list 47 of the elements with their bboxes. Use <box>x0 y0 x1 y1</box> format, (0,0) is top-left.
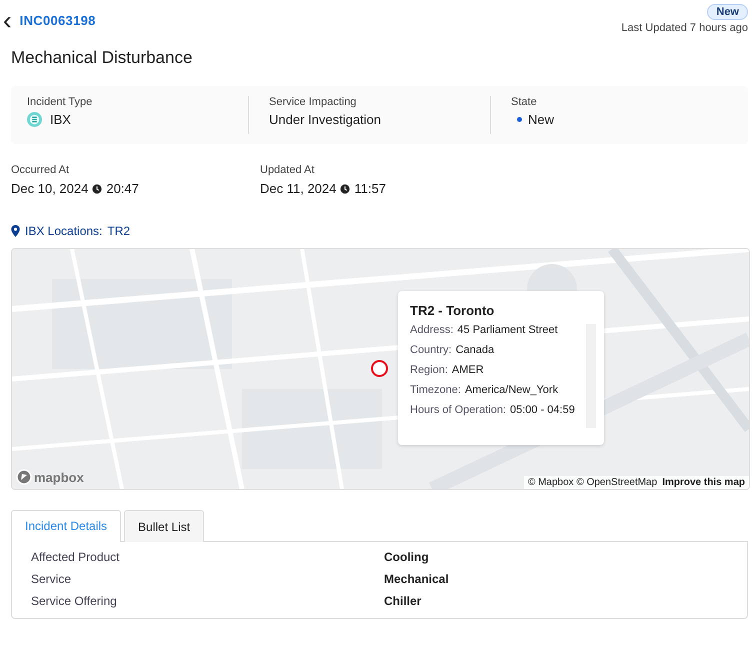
incident-id-link[interactable]: INC0063198 <box>20 12 96 28</box>
popup-label: Hours of Operation: <box>410 404 506 416</box>
popup-label: Address: <box>410 324 454 336</box>
date-label: Occurred At <box>11 164 70 176</box>
date-value: Dec 11, 2024 <box>260 181 336 196</box>
time-value: 11:57 <box>354 181 386 196</box>
tab[interactable]: Incident Details <box>11 510 122 542</box>
popup-value: Canada <box>456 344 494 356</box>
date-value: Dec 10, 2024 <box>11 181 88 196</box>
status-badge: New <box>707 4 748 20</box>
clock-icon <box>92 184 102 194</box>
location-pin-icon <box>11 225 20 237</box>
mapbox-logo-icon <box>16 469 32 485</box>
summary-label: Incident Type <box>27 96 94 108</box>
summary-value: IBX <box>50 112 71 127</box>
locations-label: IBX Locations: <box>25 224 102 238</box>
date-label: Updated At <box>260 164 316 176</box>
improve-map-link[interactable]: Improve this map <box>662 477 745 488</box>
summary-label: State <box>511 96 538 108</box>
popup-label: Region: <box>410 364 448 376</box>
popup-title: TR2 - Toronto <box>410 303 496 318</box>
attribution-text: © Mapbox © OpenStreetMap <box>528 477 658 488</box>
summary-value: New <box>528 112 554 127</box>
last-updated-text: Last Updated 7 hours ago <box>621 22 748 34</box>
detail-label: Affected Product <box>31 550 120 564</box>
detail-label: Service Offering <box>31 594 118 608</box>
detail-value: Cooling <box>384 550 429 564</box>
detail-label: Service <box>31 572 72 586</box>
popup-label: Country: <box>410 344 452 356</box>
popup-value: AMER <box>452 364 484 376</box>
detail-value: Mechanical <box>384 572 449 586</box>
popup-value: 45 Parliament Street <box>457 324 558 336</box>
summary-value: Under Investigation <box>269 112 382 127</box>
tab[interactable]: Bullet List <box>124 510 204 542</box>
locations-value: TR2 <box>107 224 130 238</box>
page-title: Mechanical Disturbance <box>11 48 194 68</box>
popup-value: America/New_York <box>464 384 558 396</box>
clock-icon <box>340 184 350 194</box>
back-icon[interactable]: ‹ <box>3 10 12 30</box>
ibx-icon <box>27 112 42 127</box>
time-value: 20:47 <box>106 181 139 196</box>
popup-label: Timezone: <box>410 384 461 396</box>
mapbox-logo[interactable]: mapbox <box>16 469 84 485</box>
popup-value: 05:00 - 04:59 <box>510 404 575 416</box>
summary-label: Service Impacting <box>269 96 358 108</box>
detail-value: Chiller <box>384 594 422 608</box>
logo-text: mapbox <box>34 470 84 484</box>
